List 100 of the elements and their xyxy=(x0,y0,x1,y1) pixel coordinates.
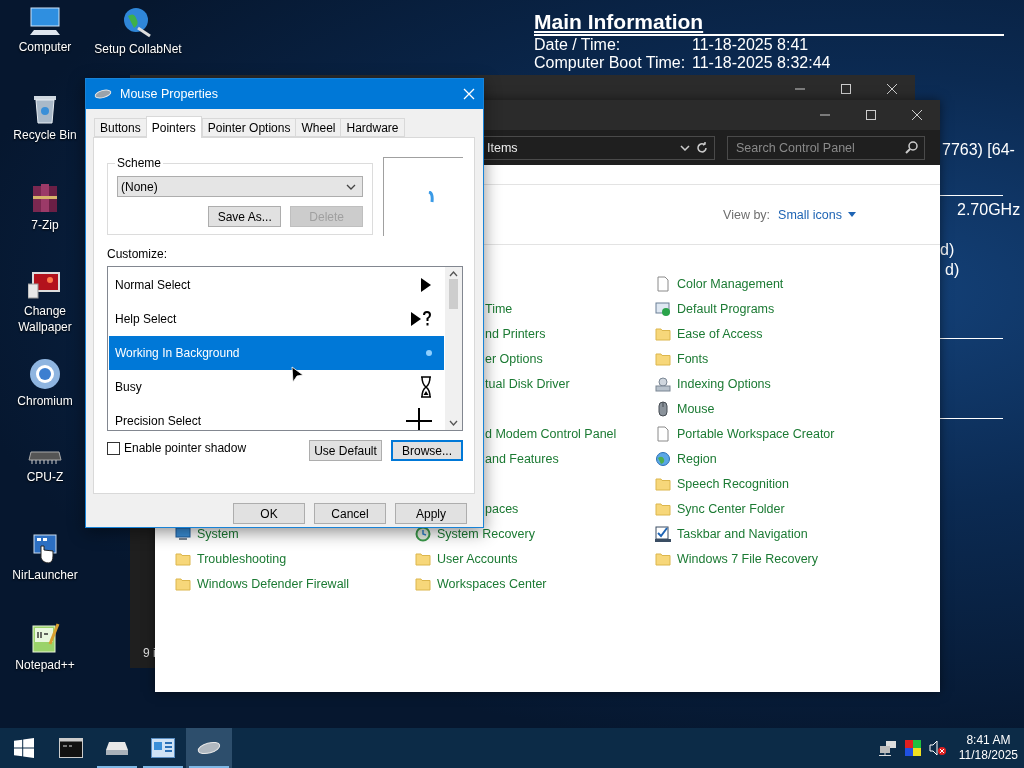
status-text: 9 i xyxy=(142,646,157,662)
scroll-down-icon[interactable] xyxy=(449,420,458,426)
monitor-icon xyxy=(28,6,62,36)
spinner-icon xyxy=(427,191,434,203)
tab[interactable]: Wheel xyxy=(295,118,342,137)
info-value: 11-18-2025 8:32:44 xyxy=(692,54,832,72)
chevron-down-icon[interactable] xyxy=(346,183,357,190)
tab[interactable]: Pointers xyxy=(145,116,202,138)
mouse-pointer-icon xyxy=(291,366,304,384)
view-by-label: View by: xyxy=(723,207,771,222)
maximize-icon[interactable] xyxy=(866,110,876,120)
network-icon[interactable] xyxy=(878,740,897,756)
dialog-title: Mouse Properties xyxy=(120,87,219,101)
globe-icon xyxy=(655,450,671,467)
tab[interactable]: Pointer Options xyxy=(201,118,297,137)
shadow-checkbox[interactable] xyxy=(107,441,120,455)
info-text: 7763) [64- xyxy=(942,140,1015,160)
folder-icon xyxy=(655,350,671,367)
globe-icon xyxy=(29,358,61,390)
control-panel-link[interactable]: Troubleshooting xyxy=(175,546,287,571)
control-panel-link[interactable]: Sync Center Folder xyxy=(655,496,785,521)
desktop-shortcut[interactable]: Change Wallpaper xyxy=(0,270,90,358)
tab[interactable]: Buttons xyxy=(94,118,147,137)
info-text: 2.70GHz xyxy=(957,200,1021,220)
pointer-row[interactable]: Help Select xyxy=(109,302,444,336)
control-panel-link[interactable]: Portable Workspace Creator xyxy=(655,421,835,446)
document-icon xyxy=(655,425,671,442)
search-icon[interactable] xyxy=(905,140,918,154)
close-icon[interactable] xyxy=(887,84,897,94)
control-panel-link[interactable]: Taskbar and Navigation xyxy=(655,521,808,546)
control-panel-link[interactable]: Color Management xyxy=(655,271,784,296)
control-panel-link[interactable]: Windows 7 File Recovery xyxy=(655,546,818,571)
books-icon xyxy=(31,182,59,214)
customize-label: Customize: xyxy=(107,247,169,261)
document-icon xyxy=(655,275,671,292)
view-by-dropdown[interactable]: Small icons xyxy=(778,207,856,222)
scheme-dropdown[interactable]: (None) xyxy=(117,176,364,197)
info-text: d) xyxy=(940,240,955,260)
tab[interactable]: Hardware xyxy=(340,118,405,137)
scroll-up-icon[interactable] xyxy=(449,271,458,277)
search-field[interactable]: Search Control Panel xyxy=(727,135,925,160)
scrollbar[interactable] xyxy=(445,267,462,430)
maximize-icon[interactable] xyxy=(841,84,851,94)
scroll-thumb[interactable] xyxy=(449,279,458,309)
close-icon[interactable] xyxy=(912,110,922,120)
scheme-button[interactable]: Save As... xyxy=(208,206,282,227)
desktop-shortcut[interactable]: Chromium xyxy=(0,358,90,446)
folder-icon xyxy=(655,500,671,517)
folder-icon xyxy=(415,550,431,567)
pointer-button[interactable]: Browse... xyxy=(391,440,463,461)
folder-icon xyxy=(175,550,191,567)
volume-muted-icon[interactable] xyxy=(928,740,947,756)
clock[interactable]: 8:41 AM 11/18/2025 xyxy=(954,733,1018,763)
desktop-shortcut[interactable]: Notepad++ xyxy=(0,622,90,710)
caret-down-icon[interactable] xyxy=(848,212,856,217)
desktop-shortcut[interactable]: NirLauncher xyxy=(0,534,90,622)
pointer-button[interactable]: Use Default xyxy=(309,440,382,461)
pointer-row[interactable]: Busy xyxy=(109,370,444,404)
info-label: Date / Time: xyxy=(534,36,622,54)
control-panel-link[interactable]: Mouse xyxy=(655,396,715,421)
desktop-shortcut[interactable]: Recycle Bin xyxy=(0,94,90,182)
monitor-picture-icon xyxy=(28,270,62,300)
drive-icon xyxy=(105,740,129,756)
hand-pointer-icon xyxy=(32,534,58,564)
dialog-button[interactable]: OK xyxy=(233,503,305,524)
control-panel-link[interactable]: Default Programs xyxy=(655,296,775,321)
control-panel-link[interactable]: Speech Recognition xyxy=(655,471,789,496)
color-palette-icon[interactable] xyxy=(904,740,921,756)
hourglass-icon xyxy=(420,376,432,398)
info-label: Computer Boot Time: xyxy=(534,54,687,72)
crosshair-icon xyxy=(406,408,432,430)
pointer-row[interactable]: Precision Select xyxy=(109,404,444,430)
control-panel-link[interactable]: Region xyxy=(655,446,717,471)
refresh-icon[interactable] xyxy=(696,141,708,154)
control-panel-link[interactable]: Fonts xyxy=(655,346,709,371)
scheme-label: Scheme xyxy=(116,156,163,170)
control-panel-link[interactable]: Ease of Access xyxy=(655,321,763,346)
checkbox-icon xyxy=(655,525,671,542)
desktop-shortcut[interactable]: Computer xyxy=(0,6,90,94)
control-panel-icon xyxy=(151,738,175,758)
taskbar-button[interactable] xyxy=(186,728,232,768)
control-panel-link[interactable]: Indexing Options xyxy=(655,371,771,396)
dot-icon xyxy=(426,350,432,356)
control-panel-link[interactable]: User Accounts xyxy=(415,546,518,571)
folder-icon xyxy=(415,575,431,592)
pointer-row[interactable]: Normal Select xyxy=(109,268,444,302)
control-panel-link[interactable]: Windows Defender Firewall xyxy=(175,571,350,596)
pointer-row[interactable]: Working In Background xyxy=(109,336,444,370)
desktop-shortcut[interactable]: CPU-Z xyxy=(0,446,90,534)
drive-icon xyxy=(655,375,671,392)
windows-icon xyxy=(14,738,34,758)
terminal-icon xyxy=(59,738,83,758)
help-cursor-icon xyxy=(410,311,432,327)
desktop-shortcut[interactable]: 7-Zip xyxy=(0,182,90,270)
folder-icon xyxy=(655,325,671,342)
notepad-icon xyxy=(30,622,60,654)
dialog-button[interactable]: Apply xyxy=(395,503,467,524)
folder-icon xyxy=(655,550,671,567)
dialog-button[interactable]: Cancel xyxy=(314,503,386,524)
control-panel-link[interactable]: Workspaces Center xyxy=(415,571,547,596)
